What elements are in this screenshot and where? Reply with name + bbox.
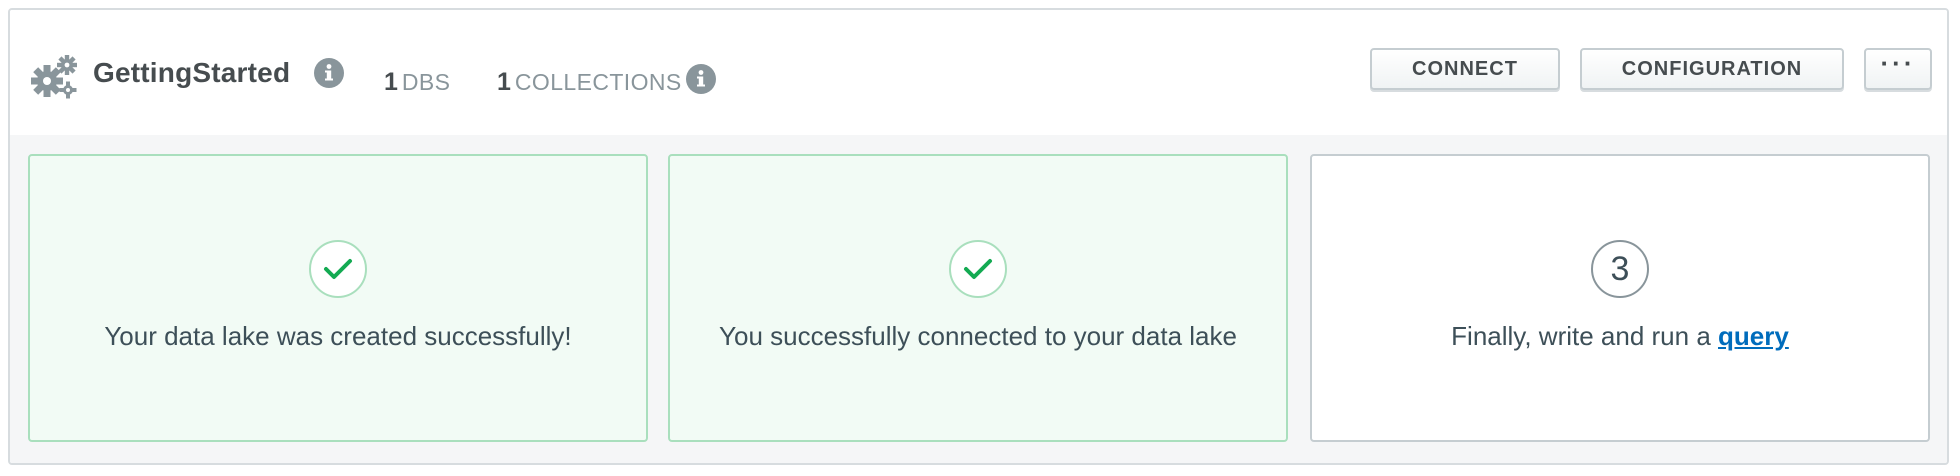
step-query-prefix: Finally, write and run a (1451, 321, 1719, 351)
step-created-text: Your data lake was created successfully! (104, 321, 572, 351)
checkmark-icon (949, 240, 1007, 298)
dbs-label: DBS (401, 69, 451, 95)
cluster-name[interactable]: GettingStarted (93, 57, 290, 89)
dbs-count: 1 (384, 68, 398, 96)
step-number-badge: 3 (1591, 240, 1649, 298)
gears-icon (31, 55, 77, 99)
query-link[interactable]: query (1718, 321, 1789, 351)
data-lake-card: GettingStarted 1 DBS 1 COLLECTIONS CONNEC (8, 8, 1949, 465)
step-connected-text: You successfully connected to your data … (719, 321, 1237, 351)
info-icon[interactable] (314, 58, 344, 88)
step-connected: You successfully connected to your data … (668, 154, 1288, 442)
collections-info-icon[interactable] (686, 64, 716, 94)
step-query: 3 Finally, write and run a query (1310, 154, 1930, 442)
more-options-button[interactable]: ··· (1864, 48, 1932, 90)
step-query-text: Finally, write and run a query (1312, 321, 1928, 352)
collections-label: COLLECTIONS (514, 69, 682, 95)
collections-stat: 1 COLLECTIONS (497, 68, 682, 97)
card-header: GettingStarted 1 DBS 1 COLLECTIONS CONNEC (10, 10, 1947, 135)
connect-button[interactable]: CONNECT (1370, 48, 1560, 90)
configuration-button[interactable]: CONFIGURATION (1580, 48, 1844, 90)
dbs-stat: 1 DBS (384, 68, 450, 97)
collections-count: 1 (497, 68, 511, 96)
checkmark-icon (309, 240, 367, 298)
ellipsis-icon: ··· (1880, 48, 1916, 78)
step-created: Your data lake was created successfully! (28, 154, 648, 442)
